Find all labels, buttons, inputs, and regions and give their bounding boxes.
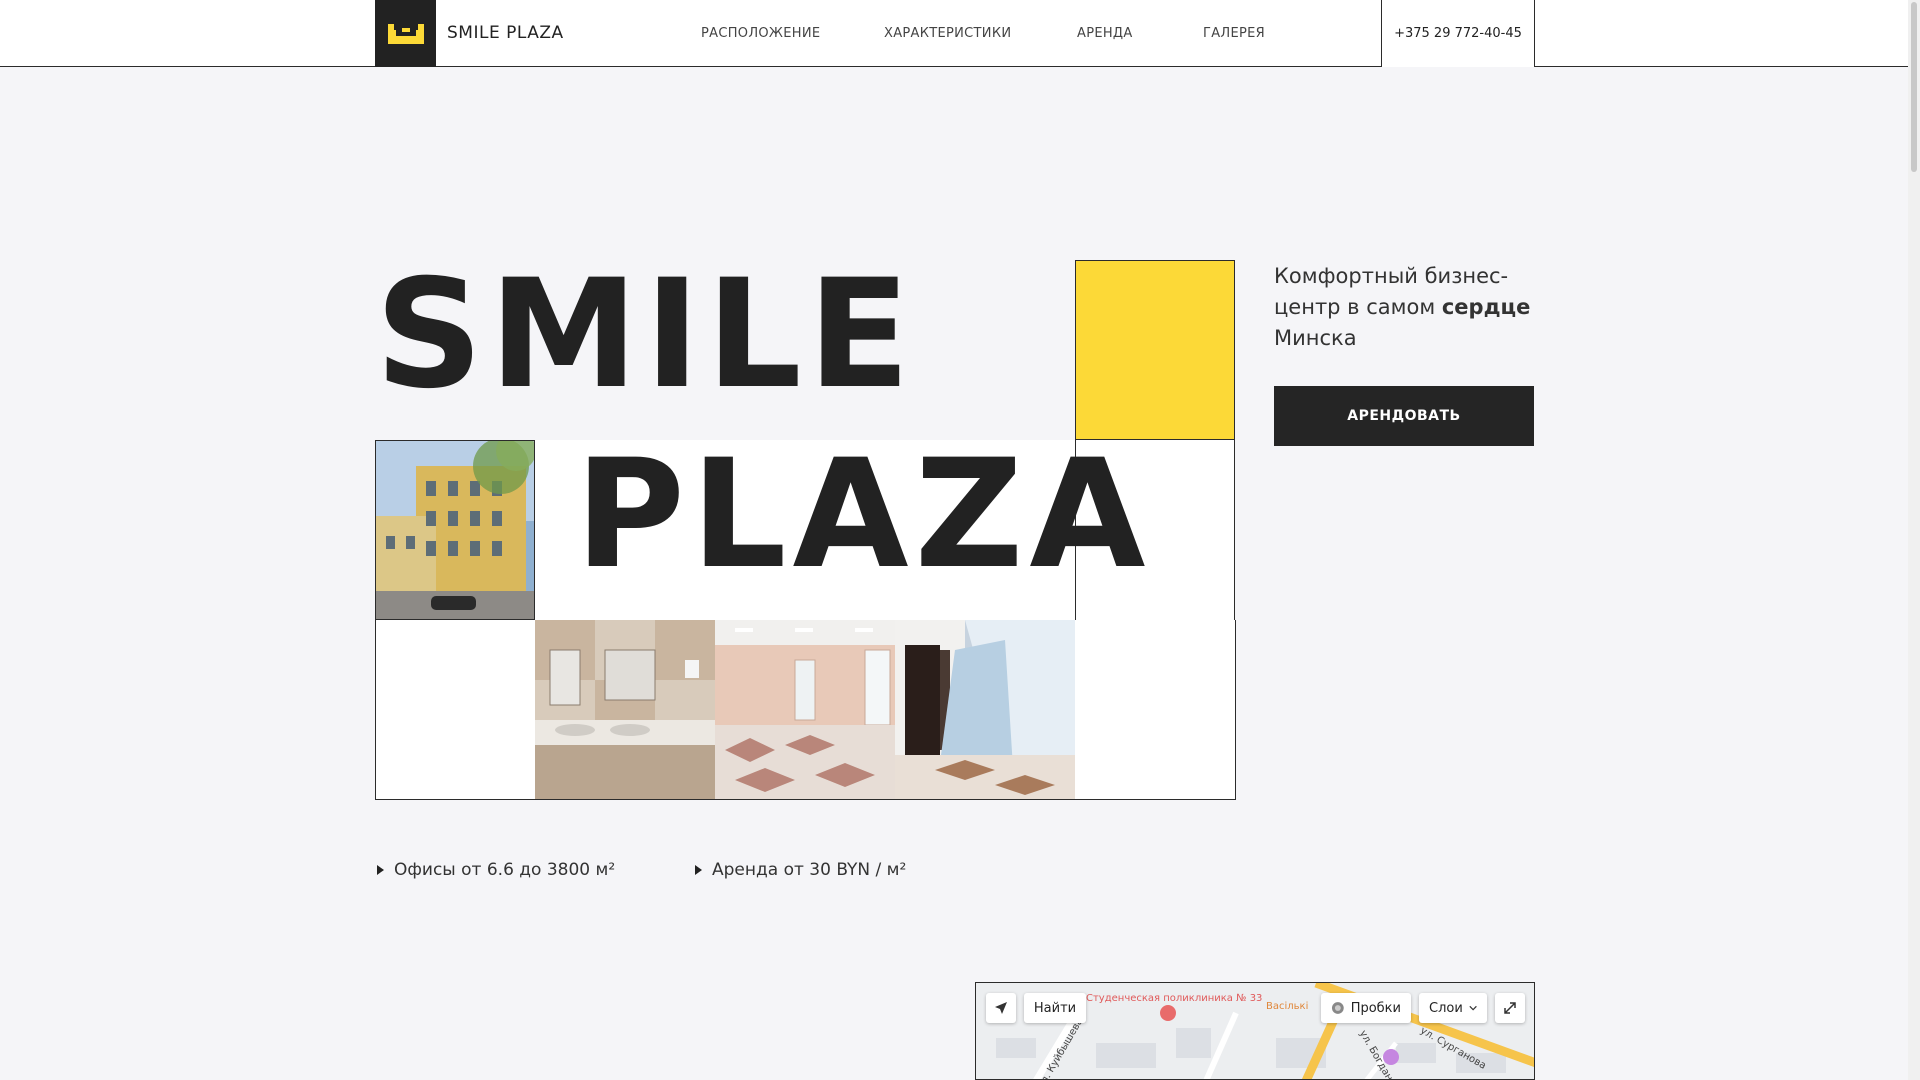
locate-arrow-icon	[995, 1002, 1007, 1014]
feature-arrow-icon	[695, 865, 702, 875]
nav-gallery[interactable]: ГАЛЕРЕЯ	[1203, 26, 1265, 41]
rent-button[interactable]: АРЕНДОВАТЬ	[1274, 386, 1534, 446]
hero-title-smile: SMILE	[375, 248, 917, 422]
map-label-clinic: Студенческая поликлиника № 33	[1086, 993, 1263, 1004]
nav-characteristics[interactable]: ХАРАКТЕРИСТИКИ	[884, 26, 1011, 41]
white-block-bottom-right	[1075, 620, 1236, 800]
map-label-vasilki: Васількі	[1266, 1001, 1309, 1012]
scrollbar-thumb[interactable]	[1911, 2, 1917, 172]
traffic-icon	[1331, 1002, 1344, 1014]
corridor-photo	[895, 620, 1075, 800]
yellow-accent-block	[1075, 260, 1235, 440]
map-traffic-button[interactable]: Пробки	[1321, 993, 1411, 1023]
nav-location[interactable]: РАСПОЛОЖЕНИЕ	[701, 26, 820, 41]
map-layers-button[interactable]: Слои	[1419, 993, 1487, 1023]
white-block-bottom-left	[375, 620, 535, 800]
logo-text[interactable]: SMILE PLAZA	[447, 23, 564, 43]
site-header: SMILE PLAZA РАСПОЛОЖЕНИЕ ХАРАКТЕРИСТИКИ …	[0, 0, 1908, 67]
chevron-down-icon	[1469, 1005, 1477, 1011]
phone-link[interactable]: +375 29 772-40-45	[1381, 0, 1535, 67]
location-map[interactable]: Студенческая поликлиника № 33 Васількі у…	[975, 982, 1535, 1080]
feature-arrow-icon	[377, 865, 384, 875]
feature-rent: Аренда от 30 BYN / м²	[695, 860, 906, 880]
feature-offices-text: Офисы от 6.6 до 3800 м²	[394, 860, 616, 880]
logo-mark[interactable]	[375, 0, 436, 67]
page-scrollbar[interactable]	[1908, 0, 1920, 1080]
feature-rent-text: Аренда от 30 BYN / м²	[712, 860, 907, 880]
nav-rent[interactable]: АРЕНДА	[1077, 26, 1133, 41]
map-fullscreen-button[interactable]	[1495, 993, 1525, 1023]
building-photo	[375, 440, 535, 620]
hero-grid: SMILE PLAZA	[375, 248, 1236, 800]
hero-tagline: Комфортный бизнес-центр в самом сердце М…	[1274, 264, 1531, 350]
restroom-photo	[535, 620, 715, 800]
map-locate-button[interactable]	[986, 993, 1016, 1023]
map-find-button[interactable]: Найти	[1024, 993, 1086, 1023]
logo-smile-icon	[387, 23, 424, 44]
office-room-photo	[715, 620, 895, 800]
feature-offices: Офисы от 6.6 до 3800 м²	[377, 860, 615, 880]
hero-title-plaza: PLAZA	[575, 428, 1152, 602]
fullscreen-icon	[1504, 1002, 1516, 1014]
